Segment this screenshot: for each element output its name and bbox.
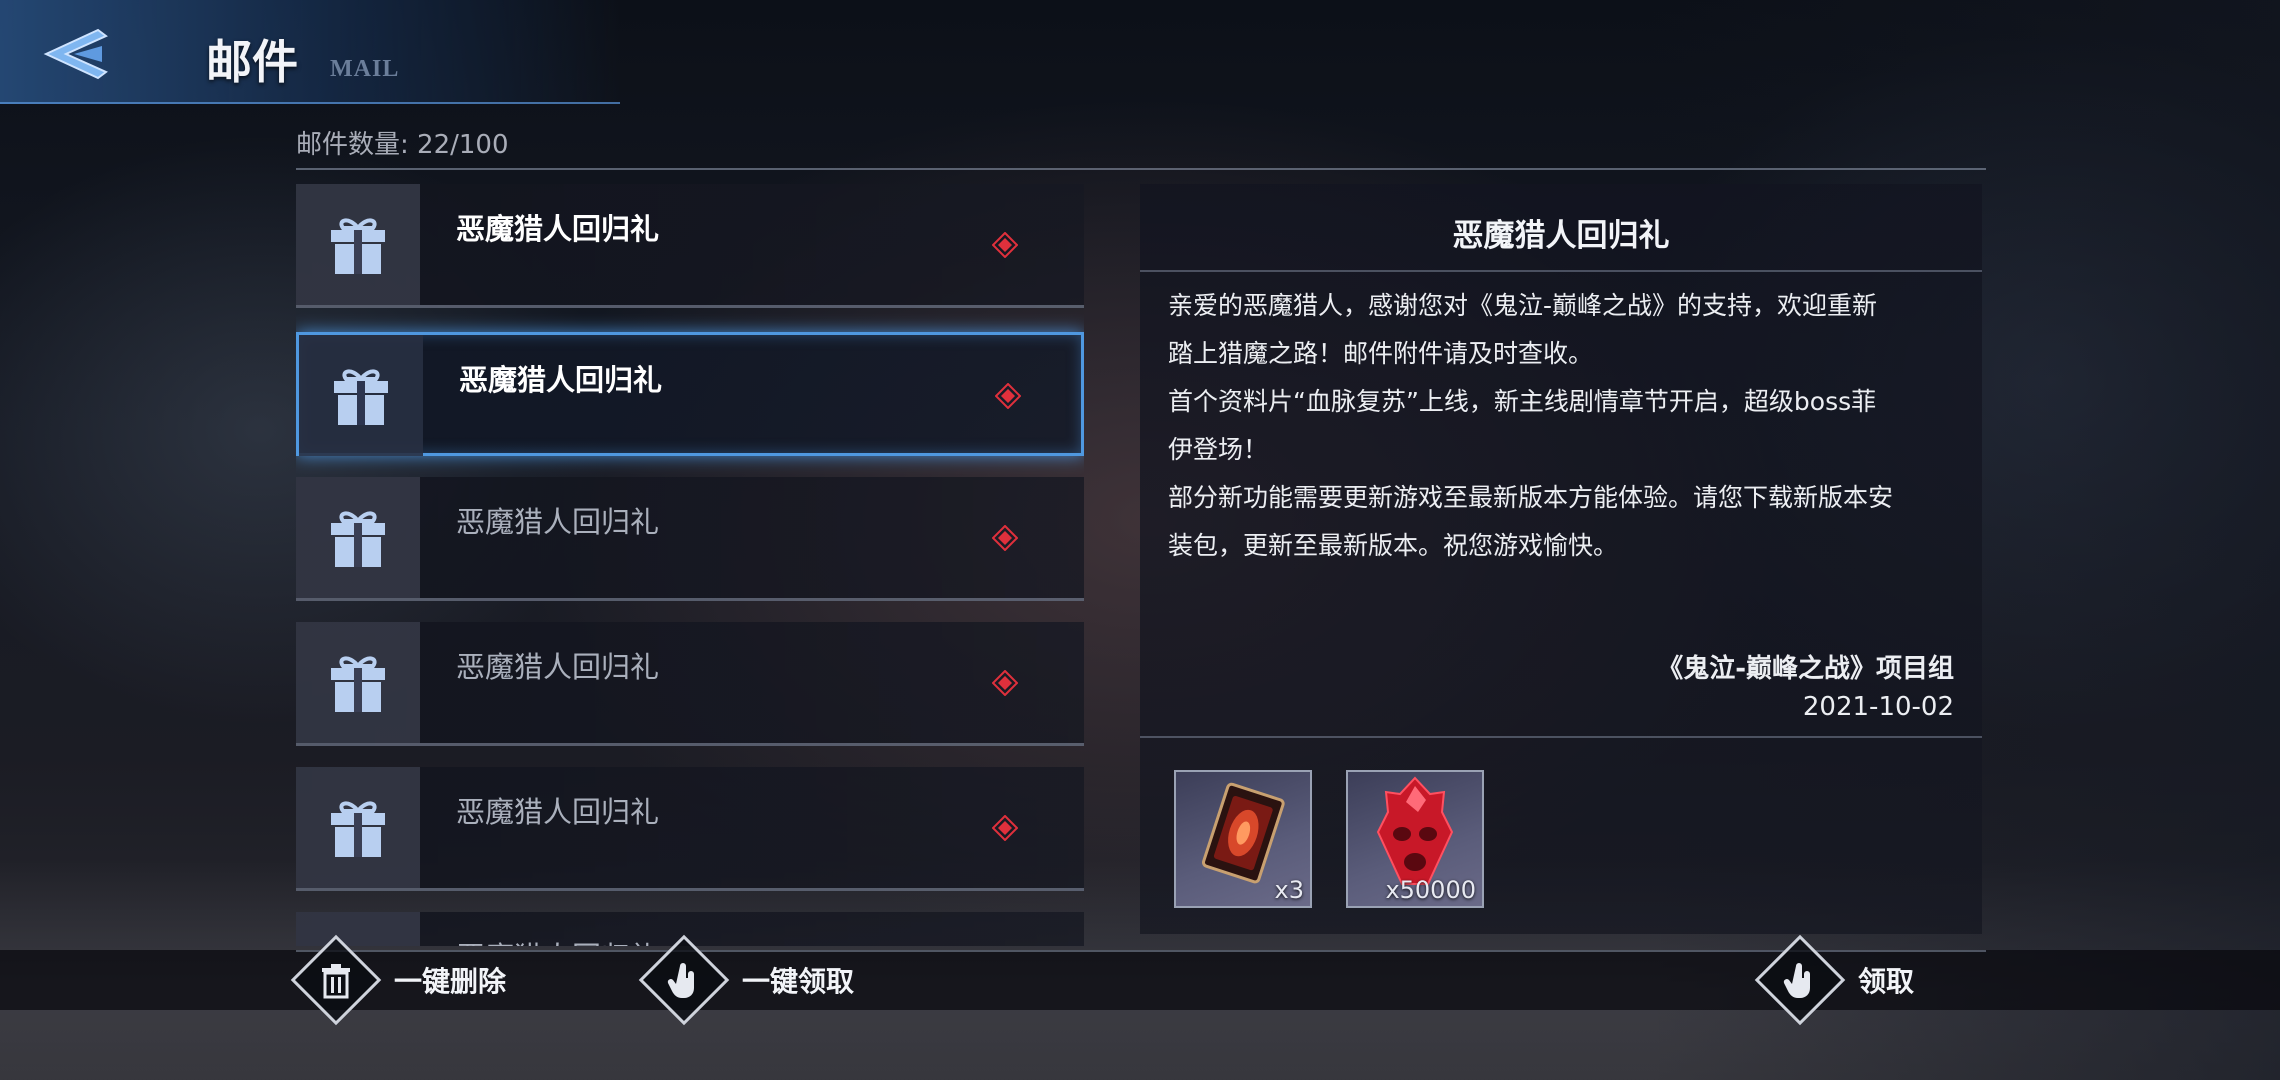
unread-marker-icon: [995, 383, 1021, 409]
unread-marker-icon: [992, 525, 1018, 551]
mail-item[interactable]: 恶魔猎人回归礼: [296, 477, 1084, 601]
mail-title: 恶魔猎人回归礼: [456, 795, 660, 829]
divider: [296, 168, 1986, 170]
tap-hand-icon: [667, 963, 694, 998]
attachment-slot[interactable]: x50000: [1346, 770, 1484, 908]
divider: [296, 950, 1986, 952]
mail-title: 恶魔猎人回归礼: [459, 363, 663, 397]
mail-icon-box: [296, 477, 420, 598]
page-subtitle: MAIL: [330, 56, 400, 82]
claim-all-button-frame: [638, 934, 730, 1026]
gift-icon: [331, 801, 385, 857]
gift-icon: [331, 656, 385, 712]
mail-icon-box: [296, 622, 420, 743]
unread-marker-icon: [992, 232, 1018, 258]
mail-item[interactable]: 恶魔猎人回归礼: [296, 184, 1084, 308]
claim-button[interactable]: 领取: [1750, 930, 1914, 1030]
tap-hand-icon: [1783, 963, 1810, 998]
mail-item[interactable]: 恶魔猎人回归礼: [296, 622, 1084, 746]
body-line: 亲爱的恶魔猎人，感谢您对《鬼泣-巅峰之战》的支持，欢迎重新: [1168, 291, 1878, 320]
unread-marker-icon: [992, 815, 1018, 841]
detail-date: 2021-10-02: [1802, 692, 1954, 722]
detail-signature: 《鬼泣-巅峰之战》项目组: [1657, 654, 1954, 684]
claim-button-frame: [1754, 934, 1846, 1026]
attachment-count: x50000: [1385, 876, 1476, 904]
delete-all-button[interactable]: 一键删除: [286, 930, 506, 1030]
body-line: 首个资料片“血脉复苏”上线，新主线剧情章节开启，超级boss菲: [1168, 387, 1877, 416]
back-arrow-icon: [43, 28, 108, 80]
mail-icon-box: [299, 335, 423, 456]
mail-title: 恶魔猎人回归礼: [456, 650, 660, 684]
mail-list[interactable]: 恶魔猎人回归礼 恶魔猎人回归礼 恶魔猎人回归礼 恶魔猎人回归礼 恶魔猎人回归礼: [296, 184, 1084, 946]
body-line: 伊登场！: [1168, 435, 1269, 464]
mail-count: 邮件数量: 22/100: [296, 130, 509, 160]
gift-icon: [334, 369, 388, 425]
divider: [1140, 736, 1982, 738]
claim-all-label: 一键领取: [742, 965, 855, 998]
mail-title: 恶魔猎人回归礼: [456, 505, 660, 539]
detail-title: 恶魔猎人回归礼: [1452, 218, 1670, 254]
mail-item-selected[interactable]: 恶魔猎人回归礼: [296, 332, 1084, 456]
body-line: 踏上猎魔之路！邮件附件请及时查收。: [1168, 339, 1594, 368]
delete-button-frame: [290, 934, 382, 1026]
mail-icon-box: [296, 767, 420, 888]
attachment-count: x3: [1274, 876, 1304, 904]
claim-label: 领取: [1858, 965, 1915, 998]
divider: [1140, 270, 1982, 272]
body-line: 装包，更新至最新版本。祝您游戏愉快。: [1168, 531, 1619, 560]
detail-body: 亲爱的恶魔猎人，感谢您对《鬼泣-巅峰之战》的支持，欢迎重新 踏上猎魔之路！邮件附…: [1168, 282, 1958, 570]
back-button[interactable]: [40, 24, 120, 84]
trash-icon: [322, 964, 350, 999]
gift-icon: [331, 218, 385, 274]
unread-marker-icon: [992, 670, 1018, 696]
gift-icon: [331, 511, 385, 567]
mail-title: 恶魔猎人回归礼: [456, 212, 660, 246]
page-title: 邮件: [206, 35, 298, 89]
mail-item[interactable]: 恶魔猎人回归礼: [296, 767, 1084, 891]
header-bar: 邮件 MAIL: [0, 0, 620, 104]
mail-icon-box: [296, 184, 420, 305]
claim-all-button[interactable]: 一键领取: [634, 930, 854, 1030]
mail-detail-panel: 恶魔猎人回归礼 亲爱的恶魔猎人，感谢您对《鬼泣-巅峰之战》的支持，欢迎重新 踏上…: [1140, 184, 1982, 934]
delete-all-label: 一键删除: [394, 965, 507, 998]
attachment-slot[interactable]: x3: [1174, 770, 1312, 908]
body-line: 部分新功能需要更新游戏至最新版本方能体验。请您下载新版本安: [1168, 483, 1894, 512]
